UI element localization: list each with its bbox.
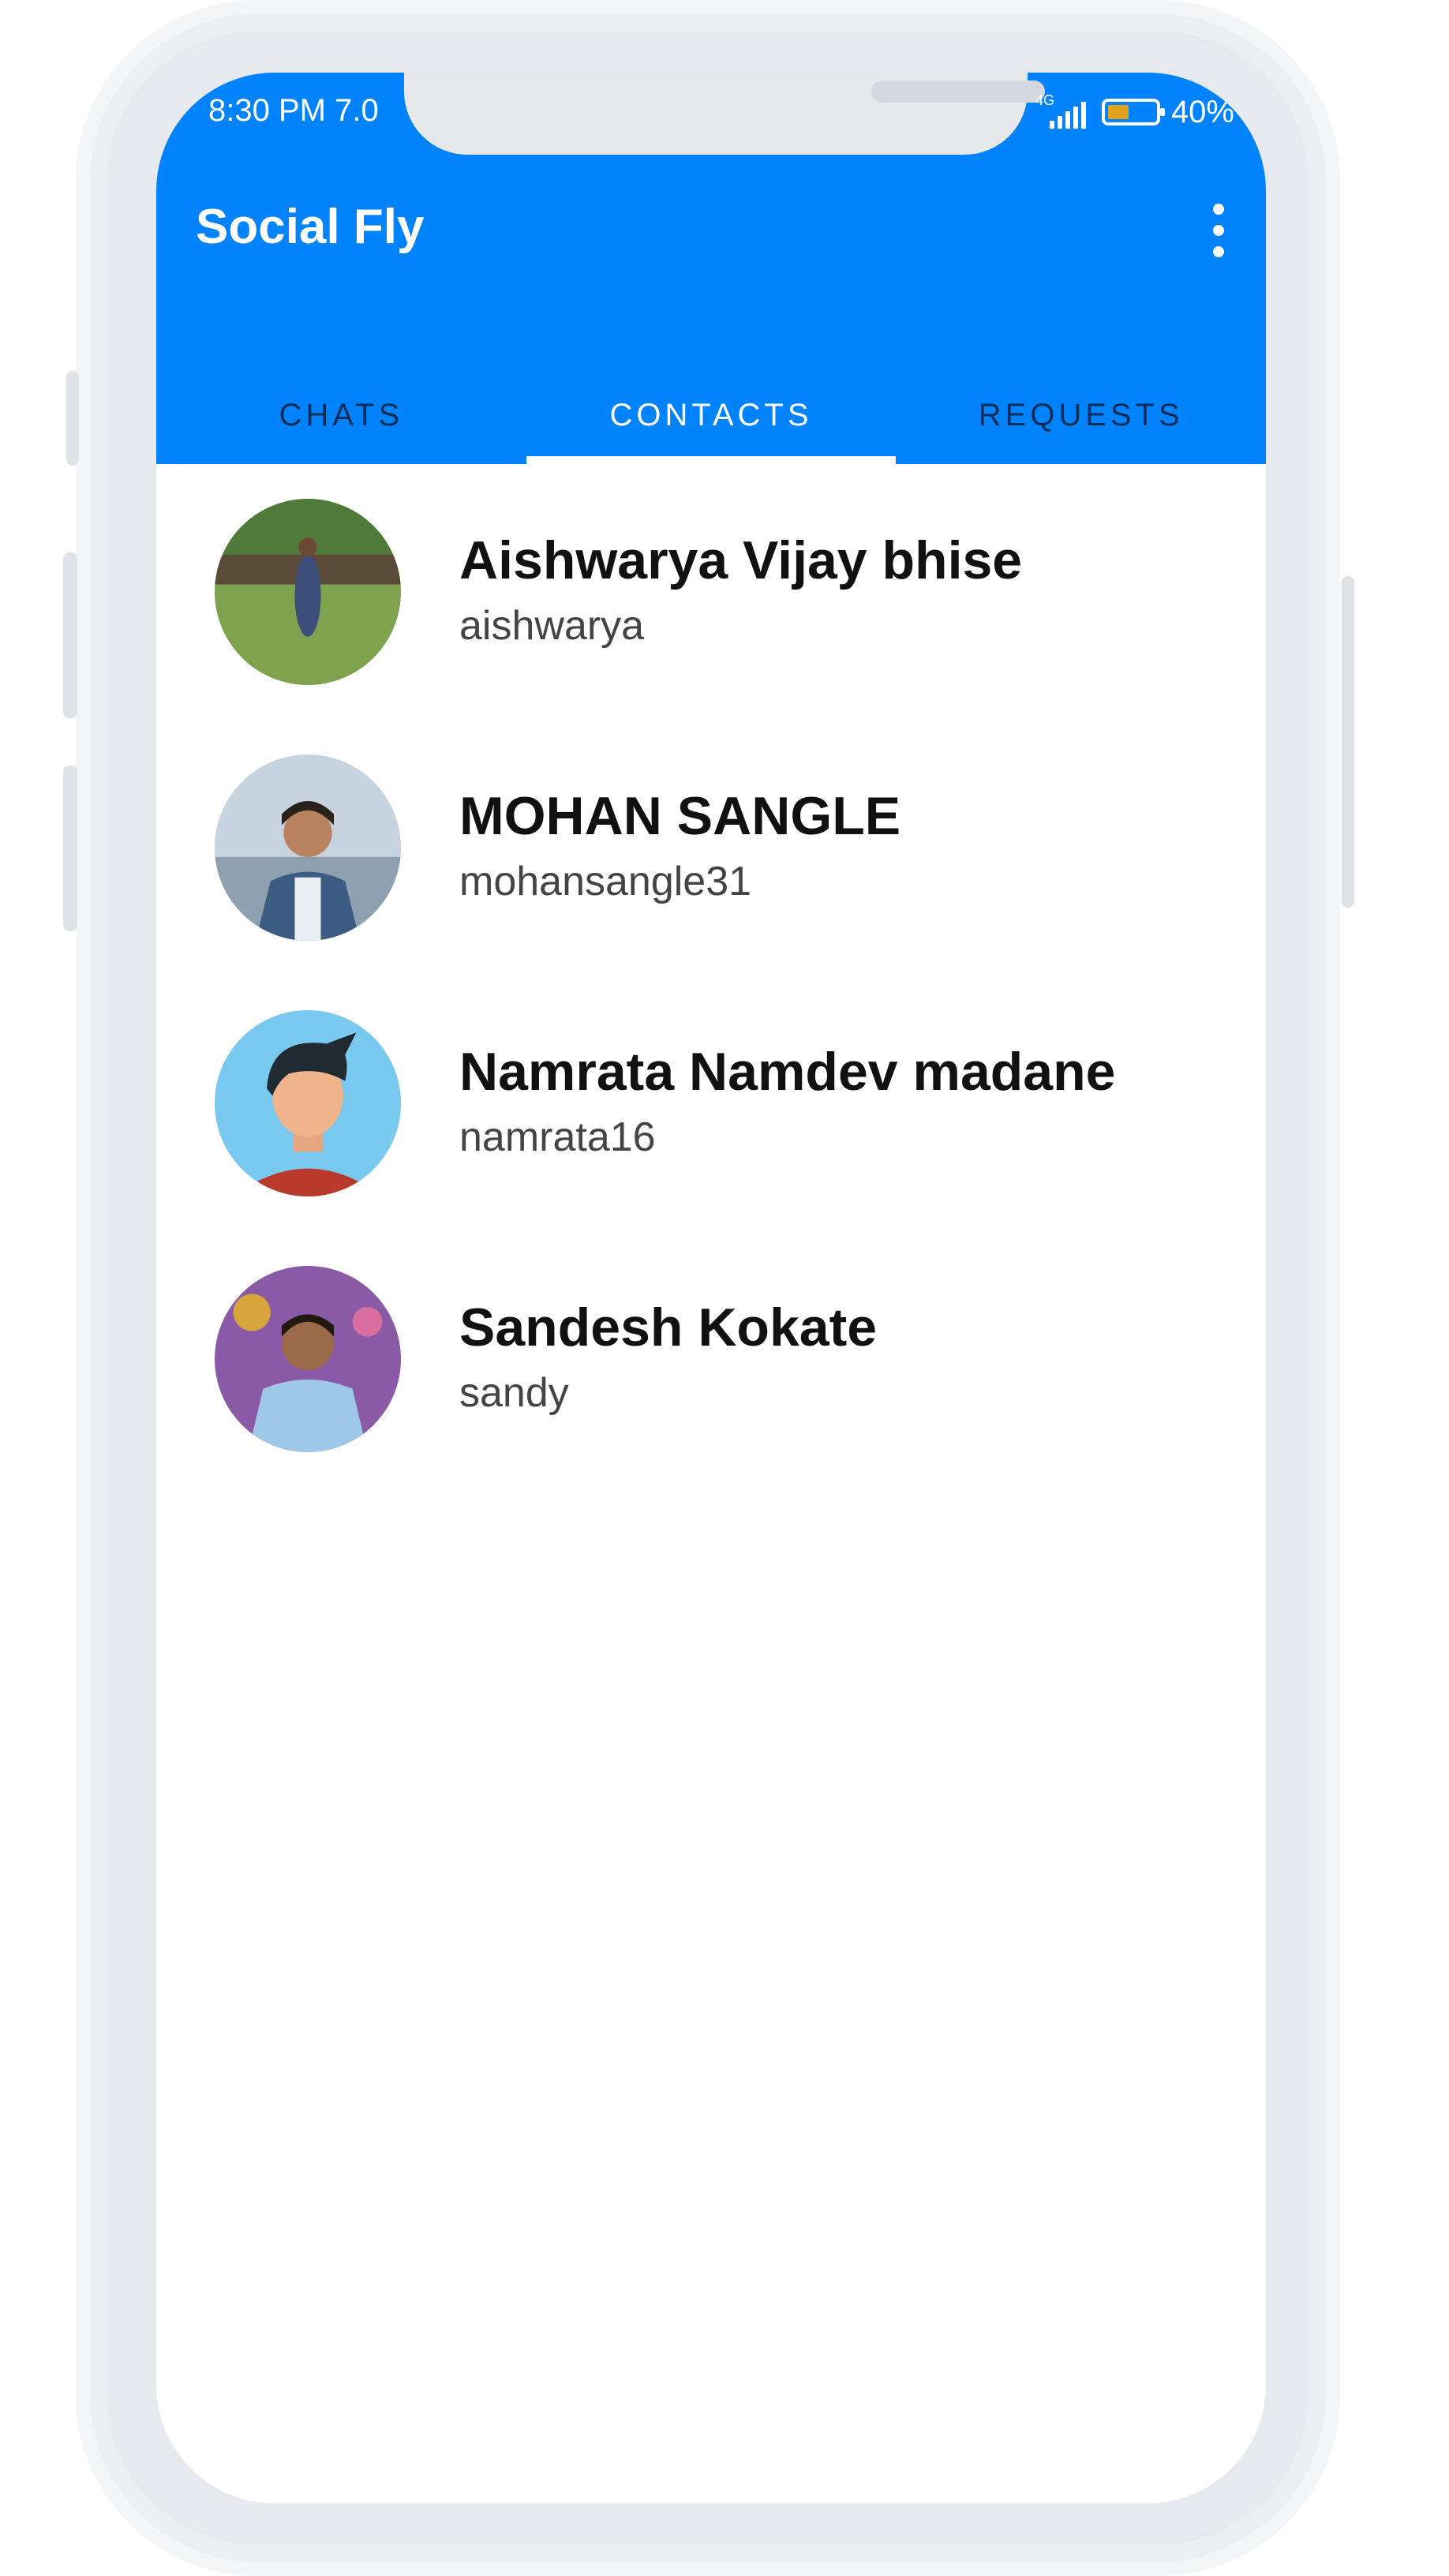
avatar [215, 1010, 401, 1196]
app-bar: 8:30 PM 7.0 4G 40% Social Fly CHATS CONT… [156, 73, 1266, 464]
contact-name: Namrata Namdev madane [459, 1042, 1116, 1102]
phone-side-button [66, 371, 79, 466]
avatar [215, 754, 401, 941]
avatar [215, 499, 401, 685]
contact-username: mohansangle31 [459, 859, 752, 904]
contact-name: Aishwarya Vijay bhise [459, 530, 1023, 590]
contact-item[interactable]: Namrata Namdev madane namrata16 [156, 975, 1266, 1231]
battery-icon [1101, 99, 1165, 125]
tab-contacts[interactable]: CONTACTS [526, 366, 897, 464]
signal-icon: 4G [1035, 92, 1091, 132]
contacts-list: Aishwarya Vijay bhise aishwarya MOHAN SA… [156, 464, 1266, 1487]
app-title: Social Fly [196, 200, 425, 254]
phone-screen: 8:30 PM 7.0 4G 40% Social Fly CHATS CONT… [156, 73, 1266, 2503]
phone-side-button [63, 552, 77, 718]
phone-side-button [63, 766, 77, 931]
tab-chats[interactable]: CHATS [156, 366, 526, 464]
contact-username: sandy [459, 1370, 569, 1416]
camera-notch [404, 73, 1045, 155]
tab-bar: CHATS CONTACTS REQUESTS [156, 366, 1266, 464]
contact-username: aishwarya [459, 603, 645, 649]
status-icons: 4G 40% [1035, 90, 1234, 134]
battery-percent: 40% [1170, 95, 1234, 129]
phone-side-button [1342, 576, 1354, 908]
avatar [215, 1266, 401, 1452]
contact-username: namrata16 [459, 1114, 656, 1160]
more-vert-icon[interactable] [1203, 199, 1234, 262]
contact-item[interactable]: Aishwarya Vijay bhise aishwarya [156, 464, 1266, 720]
contact-item[interactable]: MOHAN SANGLE mohansangle31 [156, 720, 1266, 975]
contact-item[interactable]: Sandesh Kokate sandy [156, 1231, 1266, 1487]
contact-name: Sandesh Kokate [459, 1297, 878, 1357]
status-time: 8:30 PM 7.0 [208, 93, 379, 128]
tab-requests[interactable]: REQUESTS [896, 366, 1266, 464]
contact-name: MOHAN SANGLE [459, 786, 901, 846]
speaker-grille [871, 80, 1045, 103]
